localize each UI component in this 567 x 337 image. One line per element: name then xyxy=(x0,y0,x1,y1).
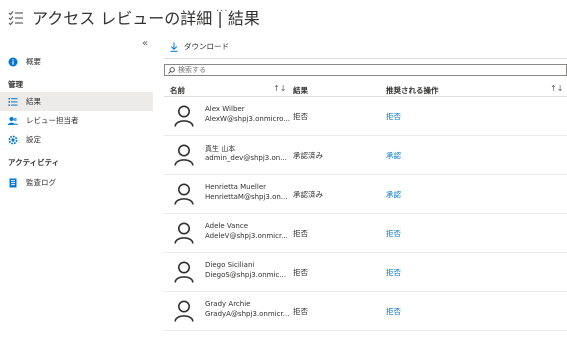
gear-icon xyxy=(8,135,18,144)
search-icon xyxy=(168,66,175,74)
sort-recommended-icon[interactable]: ↑↓ xyxy=(550,84,563,93)
search-input[interactable] xyxy=(178,66,558,74)
person-icon xyxy=(174,300,194,322)
more-options-button[interactable]: ··· xyxy=(216,6,229,17)
user-email: GradyA@shpj3.onmicr... xyxy=(205,310,290,318)
download-icon xyxy=(170,42,178,52)
review-result: 承認済み xyxy=(293,151,323,160)
sidebar-item-label: 監査ログ xyxy=(26,178,56,187)
review-result: 拒否 xyxy=(293,229,308,238)
table-row[interactable]: Grady Archie GradyA@shpj3.onmicr... 拒否 拒否 xyxy=(164,292,567,331)
user-email: AlexW@shpj3.onmicro... xyxy=(205,115,291,123)
recommended-action-link[interactable]: 承認 xyxy=(386,189,401,200)
sidebar-item-reviewers[interactable]: レビュー担当者 xyxy=(0,111,153,130)
sidebar-item-settings[interactable]: 設定 xyxy=(0,130,153,149)
table-row[interactable]: Adele Vance AdeleV@shpj3.onmicr... 拒否 拒否 xyxy=(164,214,567,253)
column-header-result[interactable]: 結果 xyxy=(293,85,308,96)
people-icon xyxy=(8,116,18,125)
column-header-recommended[interactable]: 推奨される操作 xyxy=(386,85,439,96)
user-name: 真生 山本 xyxy=(205,145,236,153)
sidebar-section-activity: アクティビティ xyxy=(8,158,60,167)
sidebar-item-label: レビュー担当者 xyxy=(26,116,79,125)
search-box[interactable] xyxy=(164,64,567,76)
list-icon xyxy=(8,97,18,106)
sort-name-icon[interactable]: ↑↓ xyxy=(273,84,286,93)
recommended-action-link[interactable]: 拒否 xyxy=(386,228,401,239)
user-email: HenriettaM@shpj3.on... xyxy=(205,193,288,201)
info-icon xyxy=(8,57,18,66)
person-icon xyxy=(174,144,194,166)
sidebar-item-results[interactable]: 結果 xyxy=(0,92,153,111)
table-row[interactable]: Henrietta Mueller HenriettaM@shpj3.on... 承… xyxy=(164,175,567,214)
recommended-action-link[interactable]: 承認 xyxy=(386,150,401,161)
column-header-name[interactable]: 名前 xyxy=(170,85,185,96)
table-row[interactable]: Diego Siciliani DiegoS@shpj3.onmic... 拒否 拒否 xyxy=(164,253,567,292)
collapse-sidebar-button[interactable]: « xyxy=(142,38,148,49)
person-icon xyxy=(174,183,194,205)
person-icon xyxy=(174,105,194,127)
review-result: 拒否 xyxy=(293,307,308,316)
log-icon xyxy=(9,178,17,187)
user-name: Adele Vance xyxy=(205,222,249,230)
sidebar-item-overview[interactable]: 概要 xyxy=(0,52,153,71)
table-row[interactable]: 真生 山本 admin_dev@shpj3.on... 承認済み 承認 xyxy=(164,136,567,175)
user-name: Henrietta Mueller xyxy=(205,183,266,191)
review-result: 拒否 xyxy=(293,112,308,121)
user-email: DiegoS@shpj3.onmic... xyxy=(205,271,286,279)
user-email: admin_dev@shpj3.on... xyxy=(205,154,287,162)
review-result: 拒否 xyxy=(293,268,308,277)
download-label: ダウンロード xyxy=(184,42,229,51)
recommended-action-link[interactable]: 拒否 xyxy=(386,111,401,122)
person-icon xyxy=(174,261,194,283)
person-icon xyxy=(174,222,194,244)
user-name: Alex Wilber xyxy=(205,105,245,113)
user-name: Diego Siciliani xyxy=(205,261,255,269)
sidebar-section-manage: 管理 xyxy=(8,80,23,89)
sidebar-item-audit-log[interactable]: 監査ログ xyxy=(0,173,153,192)
user-name: Grady Archie xyxy=(205,300,251,308)
page-header: アクセス レビューの詳細 | 結果 ··· xyxy=(0,0,567,34)
table-row[interactable]: Alex Wilber AlexW@shpj3.onmicro... 拒否 拒否 xyxy=(164,97,567,136)
row-divider xyxy=(164,330,567,331)
recommended-action-link[interactable]: 拒否 xyxy=(386,267,401,278)
checklist-icon xyxy=(8,11,23,26)
sidebar-item-label: 設定 xyxy=(26,135,41,144)
download-button[interactable]: ダウンロード xyxy=(170,41,229,52)
user-email: AdeleV@shpj3.onmicr... xyxy=(205,232,288,240)
recommended-action-link[interactable]: 拒否 xyxy=(386,306,401,317)
toolbar-divider xyxy=(164,58,567,59)
sidebar-item-label: 結果 xyxy=(26,97,41,106)
sidebar-item-label: 概要 xyxy=(26,57,41,66)
review-result: 承認済み xyxy=(293,190,323,199)
